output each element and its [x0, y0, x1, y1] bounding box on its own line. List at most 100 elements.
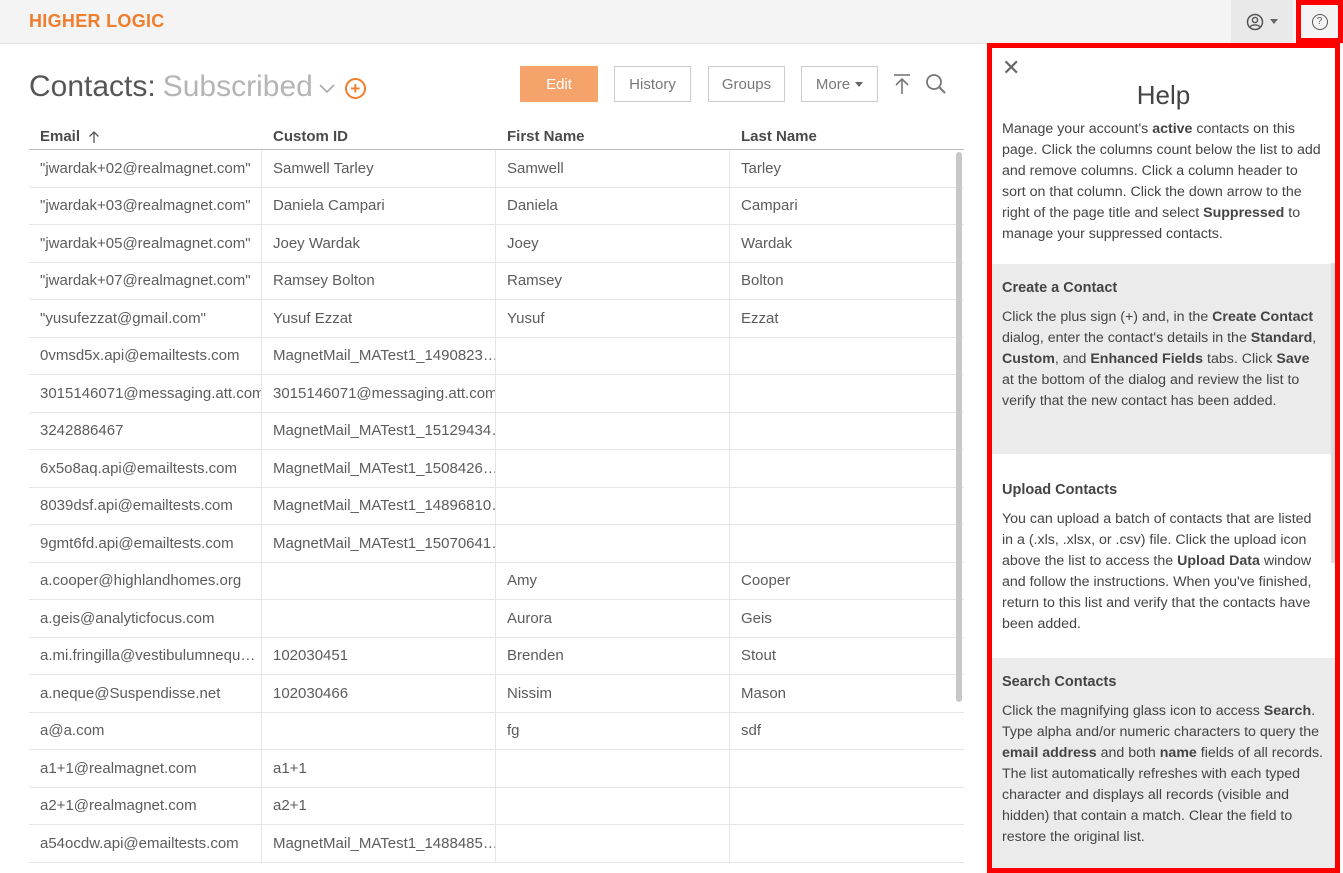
table-cell	[730, 525, 964, 562]
help-title: Help	[1136, 80, 1191, 110]
higher-logic-logo[interactable]: HIGHER LOGIC	[29, 11, 165, 32]
chevron-down-icon	[855, 81, 864, 87]
table-cell: 102030451	[262, 637, 496, 674]
table-cell: Nissim	[496, 675, 730, 712]
column-header-last-name[interactable]: Last Name	[730, 124, 964, 149]
edit-button[interactable]: Edit	[520, 66, 598, 102]
close-icon[interactable]: ✕	[1002, 57, 1020, 79]
table-cell: MagnetMail_MATest1_1488485…	[262, 825, 496, 862]
help-scrollbar[interactable]	[1331, 263, 1335, 563]
table-row[interactable]: "jwardak+05@realmagnet.com" Joey Wardak Jo…	[29, 225, 964, 263]
table-row[interactable]: a1+1@realmagnet.com a1+1	[29, 750, 964, 788]
help-section-text: Click the plus sign (+) and, in the Crea…	[1002, 309, 1317, 409]
table-cell	[496, 450, 730, 487]
help-section-text: You can upload a batch of contacts that …	[1002, 511, 1312, 632]
table-cell: Mason	[741, 684, 787, 702]
table-cell: Geis	[741, 609, 772, 627]
table-cell: Aurora	[496, 600, 730, 637]
table-row[interactable]: a.neque@Suspendisse.net 102030466 Nissim Ma…	[29, 675, 964, 713]
table-row[interactable]: "jwardak+02@realmagnet.com" Samwell Tarle…	[29, 150, 964, 188]
table-cell: Amy	[496, 562, 730, 599]
table-cell: a@a.com	[29, 712, 262, 749]
table-row[interactable]: a.cooper@highlandhomes.org Amy Cooper	[29, 562, 964, 600]
table-row[interactable]: a2+1@realmagnet.com a2+1	[29, 787, 964, 825]
table-cell	[496, 337, 730, 374]
column-header-custom-id[interactable]: Custom ID	[262, 124, 496, 149]
table-cell: a.geis@analyticfocus.com	[29, 600, 262, 637]
page-title: Contacts: Subscribed +	[29, 70, 366, 104]
table-cell	[730, 375, 964, 412]
table-cell: Ramsey	[496, 262, 730, 299]
table-row[interactable]: "jwardak+07@realmagnet.com" Ramsey Bolton…	[29, 262, 964, 300]
help-button[interactable]: ?	[1296, 0, 1343, 43]
table-row[interactable]: a.mi.fringilla@vestibulumnequ… 102030451 B…	[29, 637, 964, 675]
table-row[interactable]: 9gmt6fd.api@emailtests.com MagnetMail_MAT…	[29, 525, 964, 563]
table-row[interactable]: a54ocdw.api@emailtests.com MagnetMail_MAT…	[29, 825, 964, 863]
table-cell: Ramsey Bolton	[262, 262, 496, 299]
table-cell: Daniela Campari	[262, 187, 496, 224]
table-row[interactable]: 8039dsf.api@emailtests.com MagnetMail_MAT…	[29, 487, 964, 525]
table-cell: Bolton	[741, 272, 784, 290]
table-cell: a2+1@realmagnet.com	[29, 787, 262, 824]
table-row[interactable]: "yusufezzat@gmail.com" Yusuf Ezzat Yusuf Ez…	[29, 300, 964, 338]
table-cell: Joey	[496, 225, 730, 262]
table-cell: "jwardak+07@realmagnet.com"	[29, 262, 262, 299]
table-cell: a.neque@Suspendisse.net	[29, 675, 262, 712]
sort-ascending-icon	[89, 130, 99, 143]
column-header-first-name[interactable]: First Name	[496, 124, 730, 149]
table-cell: MagnetMail_MATest1_1508426…	[262, 450, 496, 487]
table-cell	[730, 338, 964, 375]
table-row[interactable]: 6x5o8aq.api@emailtests.com MagnetMail_MAT…	[29, 450, 964, 488]
table-cell: 102030466	[262, 675, 496, 712]
table-cell: 3242886467	[29, 412, 262, 449]
add-contact-icon[interactable]: +	[344, 78, 366, 99]
table-cell: 8039dsf.api@emailtests.com	[29, 487, 262, 524]
table-row[interactable]: a@a.com fg sdf	[29, 712, 964, 750]
groups-button[interactable]: Groups	[708, 66, 785, 102]
table-body: "jwardak+02@realmagnet.com" Samwell Tarle…	[29, 150, 964, 863]
table-row[interactable]: 3015146071@messaging.att.com 3015146071@m…	[29, 375, 964, 413]
table-cell	[496, 487, 730, 524]
search-icon[interactable]	[924, 72, 948, 96]
table-cell: Daniela	[496, 187, 730, 224]
help-section-create-contact: Create a Contact Click the plus sign (+)…	[992, 264, 1335, 454]
help-section-search-contacts: Search Contacts Click the magnifying gla…	[992, 658, 1335, 868]
table-cell: 6x5o8aq.api@emailtests.com	[29, 450, 262, 487]
help-section-heading: Upload Contacts	[1002, 482, 1118, 498]
table-cell: Cooper	[741, 572, 791, 590]
table-cell: 3015146071@messaging.att.com	[29, 375, 262, 412]
user-menu-button[interactable]	[1231, 0, 1293, 43]
table-cell: Stout	[741, 647, 777, 665]
table-cell: MagnetMail_MATest1_15070641…	[262, 525, 496, 562]
help-panel: ✕ Help Manage your account's active cont…	[987, 43, 1340, 873]
table-cell	[496, 525, 730, 562]
column-header-email[interactable]: Email	[29, 124, 262, 149]
table-row[interactable]: "jwardak+03@realmagnet.com" Daniela Campa…	[29, 187, 964, 225]
chevron-down-icon[interactable]	[319, 84, 335, 94]
table-header: Email Custom ID First Name Last Name	[29, 124, 964, 150]
table-cell: "jwardak+02@realmagnet.com"	[29, 150, 262, 187]
table-cell: a.cooper@highlandhomes.org	[29, 562, 262, 599]
table-cell: Tarley	[741, 159, 782, 177]
page-title-label: Contacts:	[29, 70, 156, 103]
table-cell: Joey Wardak	[262, 225, 496, 262]
table-cell	[496, 750, 730, 787]
view-selector[interactable]: Subscribed	[163, 70, 313, 104]
table-cell: Samwell	[496, 150, 730, 187]
table-cell	[730, 825, 964, 862]
help-intro-text: Manage your account's active contacts on…	[1002, 121, 1321, 242]
table-cell: Campari	[741, 197, 798, 215]
table-cell: Ezzat	[741, 309, 779, 327]
table-row[interactable]: 3242886467 MagnetMail_MATest1_15129434…	[29, 412, 964, 450]
top-bar: HIGHER LOGIC ?	[0, 0, 1343, 44]
history-button[interactable]: History	[614, 66, 691, 102]
table-row[interactable]: 0vmsd5x.api@emailtests.com MagnetMail_MAT…	[29, 337, 964, 375]
table-row[interactable]: a.geis@analyticfocus.com Aurora Geis	[29, 600, 964, 638]
table-cell	[730, 450, 964, 487]
table-cell: "jwardak+03@realmagnet.com"	[29, 187, 262, 224]
more-button[interactable]: More	[801, 66, 878, 102]
table-cell	[730, 750, 964, 787]
table-scrollbar[interactable]	[956, 152, 962, 702]
upload-icon[interactable]	[890, 72, 914, 96]
table-cell: "jwardak+05@realmagnet.com"	[29, 225, 262, 262]
